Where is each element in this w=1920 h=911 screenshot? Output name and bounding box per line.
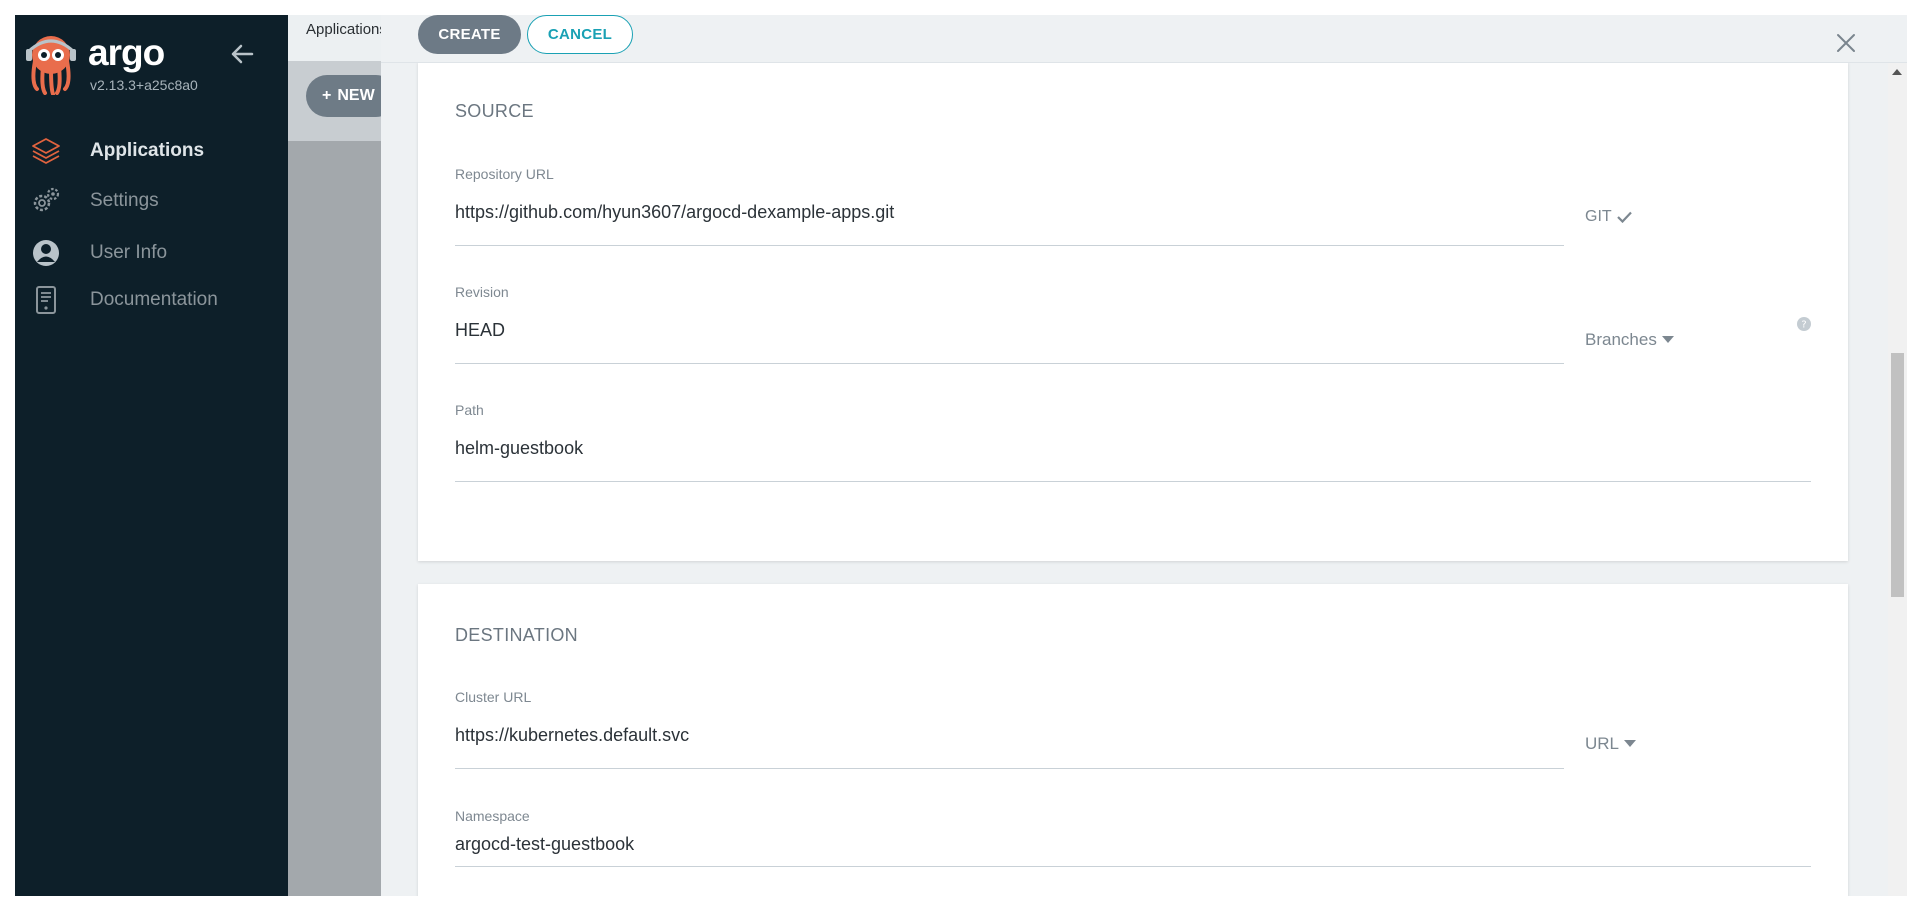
version-label: v2.13.3+a25c8a0 — [90, 77, 198, 93]
new-app-label: NEW — [337, 87, 375, 104]
repository-url-input[interactable]: https://github.com/hyun3607/argocd-dexam… — [455, 202, 894, 223]
brand-name: argo — [88, 32, 165, 73]
namespace-label: Namespace — [455, 808, 530, 824]
source-section: SOURCE Repository URL https://github.com… — [418, 62, 1848, 561]
sidebar-item-label: Settings — [90, 190, 159, 211]
sidebar-item-label: Applications — [90, 140, 205, 161]
scroll-up-arrow[interactable] — [1892, 69, 1902, 75]
input-underline — [455, 866, 1811, 867]
app-window: argo v2.13.3+a25c8a0 Applications Settin… — [15, 15, 1907, 896]
repo-type-label: GIT — [1585, 208, 1612, 225]
caret-down-icon — [1661, 336, 1674, 343]
sidebar: argo v2.13.3+a25c8a0 Applications Settin… — [15, 15, 288, 896]
input-underline — [455, 481, 1811, 482]
cluster-type-dropdown[interactable]: URL — [1585, 734, 1637, 754]
sidebar-item-label: User Info — [90, 242, 168, 263]
check-icon — [1616, 211, 1632, 223]
revision-type-label: Branches — [1585, 330, 1657, 349]
layers-icon — [30, 135, 62, 167]
sidebar-item-user-info[interactable]: User Info — [30, 235, 270, 271]
revision-input[interactable]: HEAD — [455, 320, 505, 341]
namespace-input[interactable]: argocd-test-guestbook — [455, 834, 634, 855]
section-title: SOURCE — [455, 101, 534, 121]
panel-header: CREATE CANCEL — [381, 15, 1907, 63]
revision-type-dropdown[interactable]: Branches — [1585, 330, 1674, 350]
sidebar-item-applications[interactable]: Applications — [30, 133, 270, 169]
path-input[interactable]: helm-guestbook — [455, 438, 583, 459]
gears-icon — [30, 185, 62, 217]
section-title: DESTINATION — [455, 625, 578, 645]
scrollbar-thumb[interactable] — [1891, 353, 1904, 597]
cluster-url-label: Cluster URL — [455, 689, 532, 705]
create-application-panel: CREATE CANCEL SOURCE Repository URL http… — [381, 15, 1907, 896]
input-underline — [455, 363, 1564, 364]
plus-icon: + — [322, 87, 332, 104]
help-icon[interactable]: ? — [1797, 317, 1811, 331]
input-underline — [455, 245, 1564, 246]
repository-url-label: Repository URL — [455, 166, 554, 182]
cluster-url-input[interactable]: https://kubernetes.default.svc — [455, 725, 689, 746]
repo-type-dropdown[interactable]: GIT — [1585, 208, 1632, 226]
revision-label: Revision — [455, 284, 509, 300]
cluster-type-label: URL — [1585, 734, 1620, 753]
book-icon — [30, 284, 62, 316]
user-circle-icon — [30, 237, 62, 269]
close-icon[interactable] — [1834, 31, 1858, 55]
cancel-button[interactable]: CANCEL — [527, 15, 633, 54]
sidebar-item-settings[interactable]: Settings — [30, 183, 270, 219]
svg-text:?: ? — [1801, 320, 1806, 331]
arrow-left-icon[interactable] — [227, 39, 257, 69]
sidebar-item-label: Documentation — [90, 289, 218, 310]
destination-section: DESTINATION Cluster URL https://kubernet… — [418, 584, 1848, 896]
input-underline — [455, 768, 1564, 769]
caret-down-icon — [1624, 740, 1637, 747]
breadcrumb: Applications — [306, 21, 387, 38]
path-label: Path — [455, 402, 484, 418]
argo-octopus-logo — [26, 36, 76, 95]
create-button[interactable]: CREATE — [418, 15, 521, 54]
sidebar-item-documentation[interactable]: Documentation — [30, 282, 270, 318]
